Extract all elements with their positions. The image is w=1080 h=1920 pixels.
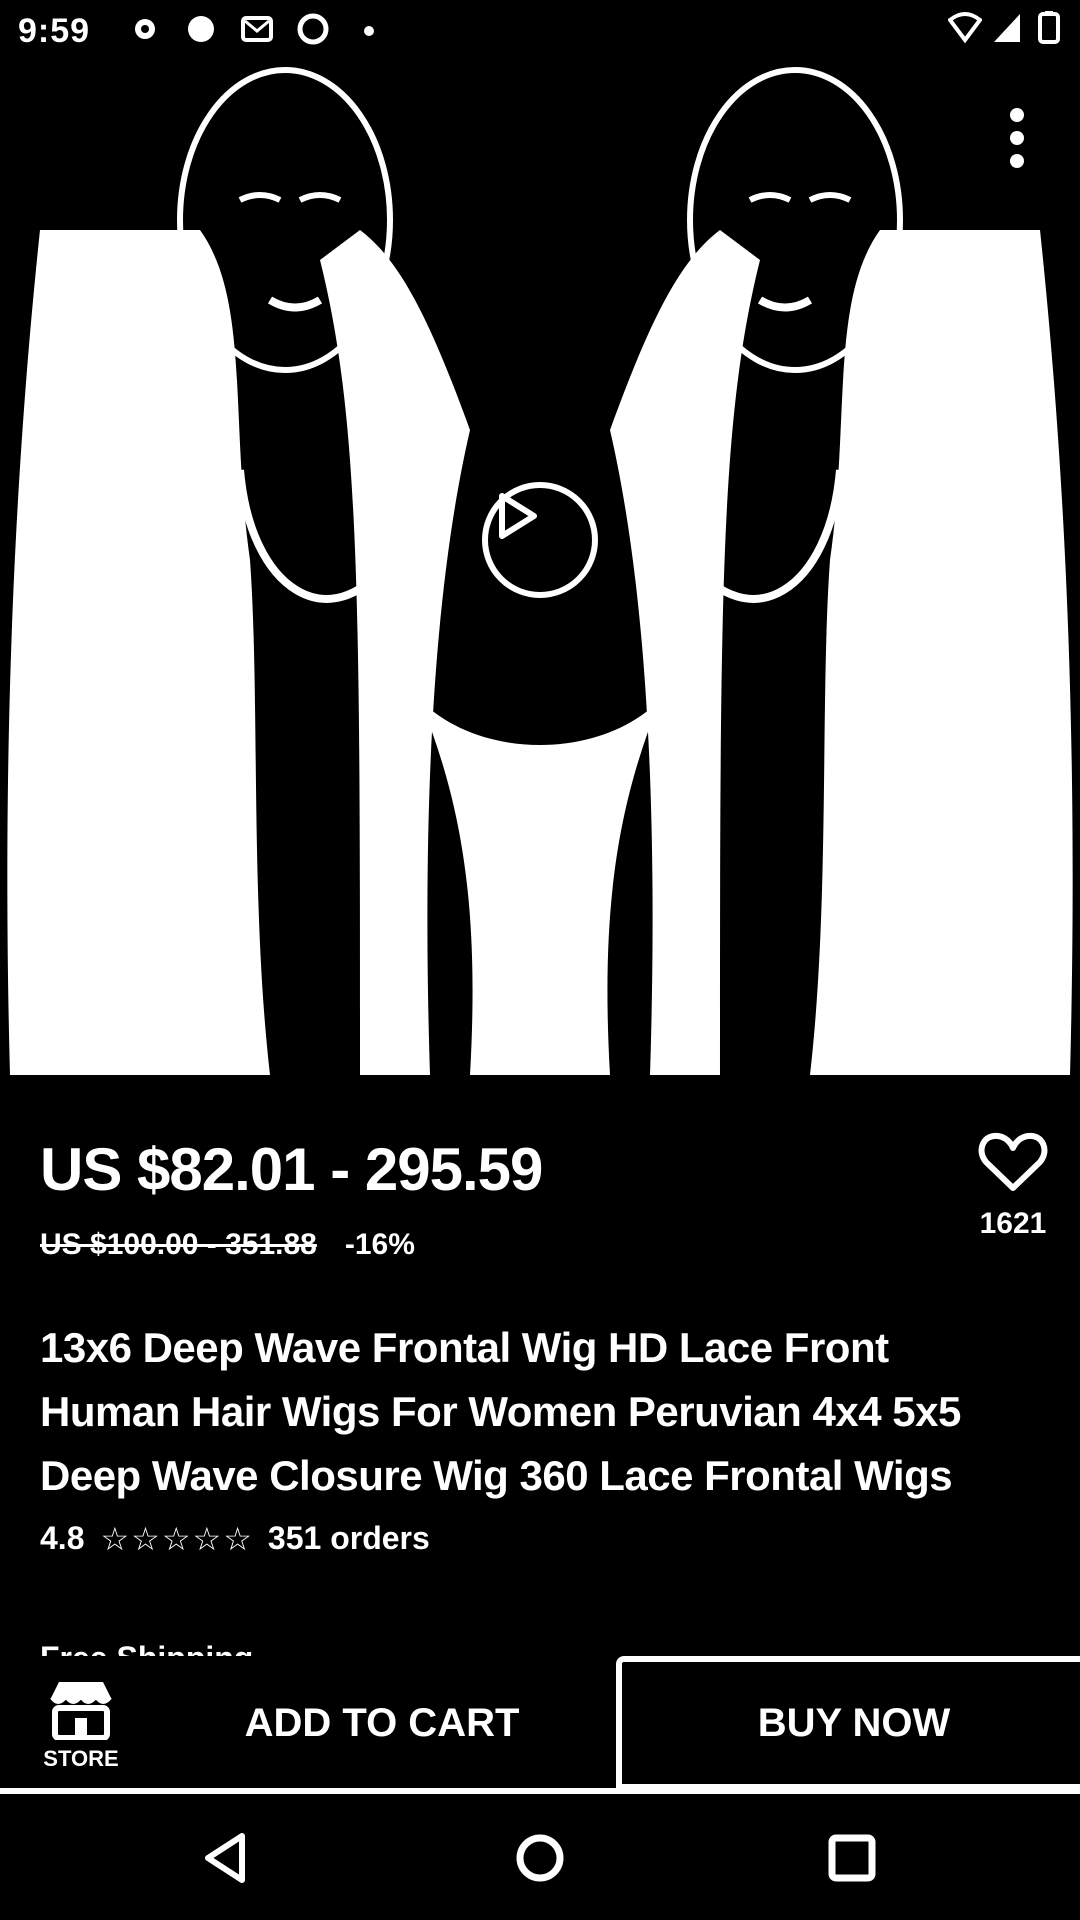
product-title: 13x6 Deep Wave Frontal Wig HD Lace Front…	[40, 1324, 961, 1499]
battery-icon	[1032, 10, 1066, 44]
home-icon	[516, 1834, 564, 1882]
dot-icon	[352, 12, 386, 46]
wishlist-count: 1621	[979, 1207, 1047, 1240]
add-to-cart-button[interactable]: ADD TO CART	[150, 1656, 614, 1790]
price-range: US $82.01 - 295.59	[40, 1136, 543, 1203]
recents-button[interactable]	[812, 1818, 892, 1898]
home-button[interactable]	[500, 1818, 580, 1898]
settings-icon	[128, 12, 162, 46]
status-time: 9:59	[18, 12, 91, 50]
store-button[interactable]: STORE	[36, 1678, 126, 1778]
product-image[interactable]	[0, 0, 1080, 1080]
action-bar: STORE ADD TO CART BUY NOW	[0, 1656, 1080, 1790]
play-icon	[499, 493, 537, 539]
store-label: STORE	[43, 1746, 119, 1771]
store-icon	[50, 1682, 112, 1740]
notification-icons	[128, 12, 386, 46]
app-icon	[296, 12, 330, 46]
rating-row[interactable]: 4.8 ☆ ☆ ☆ ☆ ☆ 351 orders	[40, 1520, 430, 1557]
back-button[interactable]	[186, 1818, 266, 1898]
star-icon: ☆	[223, 1520, 252, 1557]
mail-icon	[240, 12, 274, 46]
system-status-icons	[948, 10, 1066, 44]
heart-icon	[978, 1132, 1048, 1191]
system-nav-bar	[0, 1794, 1080, 1920]
star-icon: ☆	[192, 1520, 222, 1557]
wishlist-button[interactable]: 1621	[968, 1130, 1058, 1241]
original-price: US $100.00 - 351.88	[40, 1228, 317, 1261]
more-options-icon[interactable]	[1004, 108, 1030, 168]
buy-now-button[interactable]: BUY NOW	[616, 1656, 1080, 1790]
back-icon	[205, 1833, 245, 1883]
recents-icon	[828, 1834, 876, 1882]
wifi-icon	[948, 10, 982, 44]
play-video-button[interactable]	[482, 482, 598, 598]
star-icon: ☆	[161, 1520, 191, 1557]
star-icon: ☆	[100, 1520, 130, 1557]
discount-badge: -16%	[344, 1228, 415, 1261]
star-icon: ☆	[131, 1520, 160, 1557]
status-bar: 9:59	[0, 0, 1080, 62]
rating-stars: ☆ ☆ ☆ ☆ ☆	[100, 1523, 251, 1555]
rating-value: 4.8	[40, 1520, 85, 1556]
orders-count: 351 orders	[267, 1520, 430, 1556]
app-icon	[184, 12, 218, 46]
signal-icon	[990, 10, 1024, 44]
original-price-row: US $100.00 - 351.88 -16%	[40, 1228, 415, 1262]
